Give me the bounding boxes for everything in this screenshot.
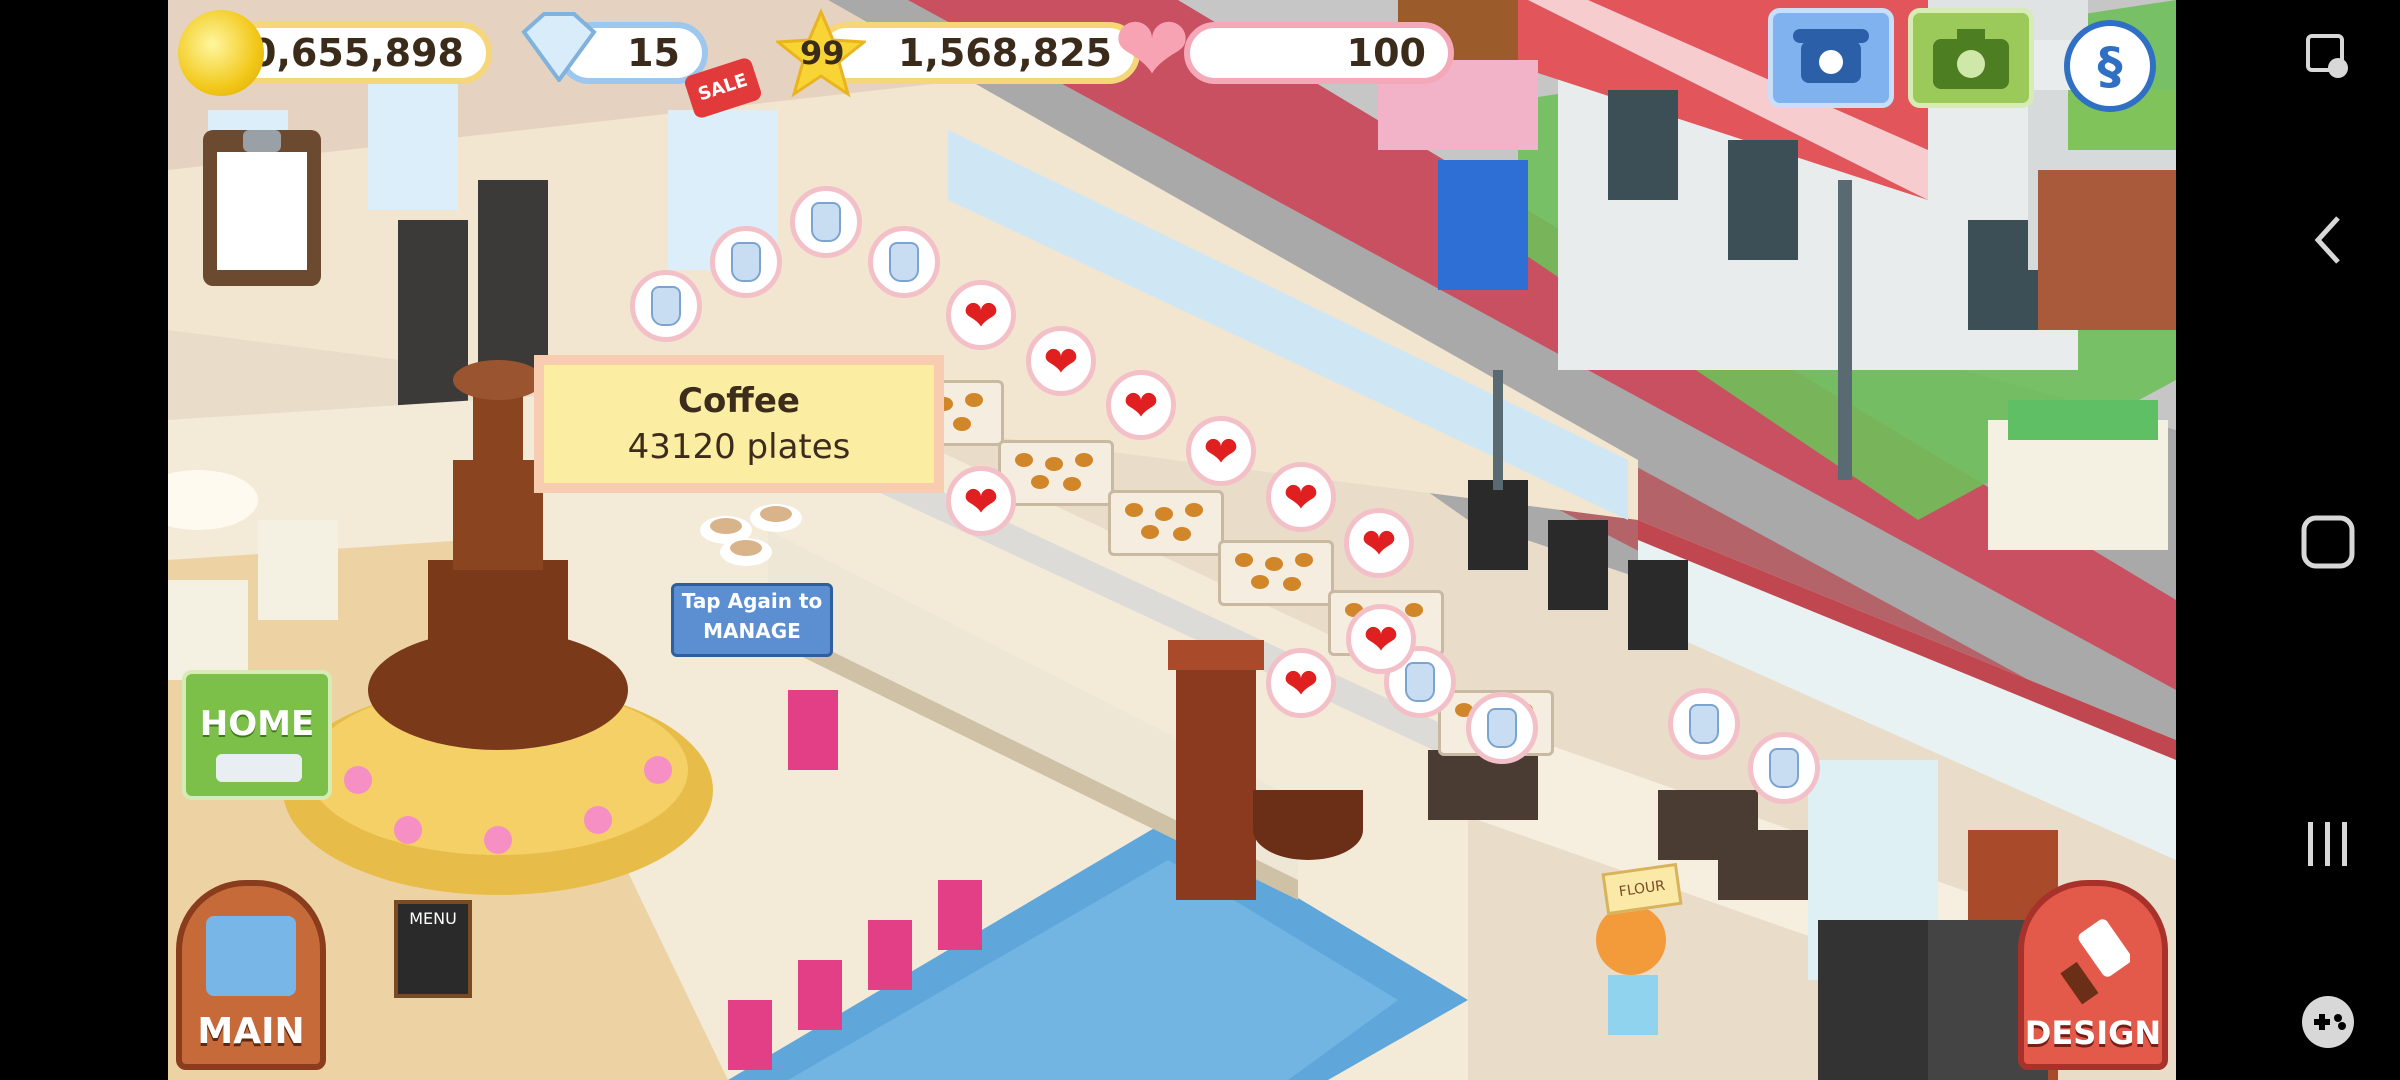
menu-sign-label: MENU — [409, 909, 457, 928]
design-button-label: DESIGN — [2024, 1014, 2162, 1052]
cookie-tray[interactable] — [1218, 540, 1334, 606]
heart-bubble[interactable]: ❤ — [1026, 326, 1096, 396]
menu-sign[interactable]: MENU — [394, 900, 472, 998]
sale-badge-label: SALE — [695, 69, 751, 106]
heart-icon: ❤ — [1113, 0, 1191, 103]
main-button-label: MAIN — [197, 1011, 305, 1052]
heart-counter[interactable]: 100 — [1184, 22, 1454, 84]
home-button[interactable]: HOME — [182, 670, 332, 800]
water-jug-bubble[interactable] — [1748, 732, 1820, 804]
heart-bubble[interactable]: ❤ — [946, 466, 1016, 536]
water-jug-bubble[interactable] — [790, 186, 862, 258]
water-jug-bubble[interactable] — [710, 226, 782, 298]
heart-bubble[interactable]: ❤ — [1344, 508, 1414, 578]
manage-hint[interactable]: Tap Again to MANAGE — [671, 583, 833, 657]
gem-count: 15 — [627, 31, 680, 75]
home-button-label: HOME — [199, 704, 315, 744]
book-icon — [206, 916, 296, 996]
water-jug-bubble[interactable] — [630, 270, 702, 342]
heart-bubble[interactable]: ❤ — [1106, 370, 1176, 440]
item-tooltip: Coffee 43120 plates — [534, 355, 944, 493]
heart-bubble[interactable]: ❤ — [946, 280, 1016, 350]
game-scene[interactable]: ❤ ❤ ❤ ❤ ❤ ❤ ❤ ❤ ❤ 40,655,898 15 SALE 1,5… — [168, 0, 2176, 1080]
sofa-icon — [216, 754, 302, 782]
manage-hint-line2: MANAGE — [703, 619, 801, 643]
heart-bubble[interactable]: ❤ — [1266, 648, 1336, 718]
manage-hint-line1: Tap Again to — [681, 589, 823, 613]
tooltip-plates: 43120 plates — [627, 427, 851, 467]
heart-count: 100 — [1346, 31, 1426, 75]
coffee-cups[interactable] — [696, 490, 816, 570]
cookie-tray[interactable] — [1108, 490, 1224, 556]
camera-icon[interactable] — [1908, 8, 2034, 108]
diamond-icon — [514, 12, 600, 84]
navigation-bar — [2176, 0, 2400, 1080]
heart-bubble[interactable]: ❤ — [1266, 462, 1336, 532]
heart-bubble[interactable]: ❤ — [1346, 604, 1416, 674]
screen-lock-icon[interactable] — [2296, 24, 2360, 88]
water-jug-bubble[interactable] — [1668, 688, 1740, 760]
star-count: 1,568,825 — [898, 31, 1112, 75]
main-button[interactable]: MAIN — [176, 880, 326, 1070]
flour-sign-label: FLOUR — [1617, 877, 1667, 901]
phone-icon[interactable] — [1768, 8, 1894, 108]
coin-icon — [178, 10, 264, 96]
game-tools-icon[interactable] — [2296, 990, 2360, 1054]
back-icon[interactable] — [2296, 208, 2360, 272]
home-nav-icon[interactable] — [2296, 510, 2360, 574]
recent-apps-icon[interactable] — [2296, 812, 2360, 876]
paint-brush-icon — [2060, 914, 2132, 1005]
level-number: 99 — [800, 34, 845, 72]
water-jug-bubble[interactable] — [868, 226, 940, 298]
water-jug-bubble[interactable] — [1466, 692, 1538, 764]
social-icon[interactable]: § — [2064, 20, 2156, 112]
clipboard-icon[interactable] — [203, 130, 321, 286]
heart-bubble[interactable]: ❤ — [1186, 416, 1256, 486]
design-button[interactable]: DESIGN — [2018, 880, 2168, 1070]
tooltip-item-name: Coffee — [678, 381, 800, 421]
